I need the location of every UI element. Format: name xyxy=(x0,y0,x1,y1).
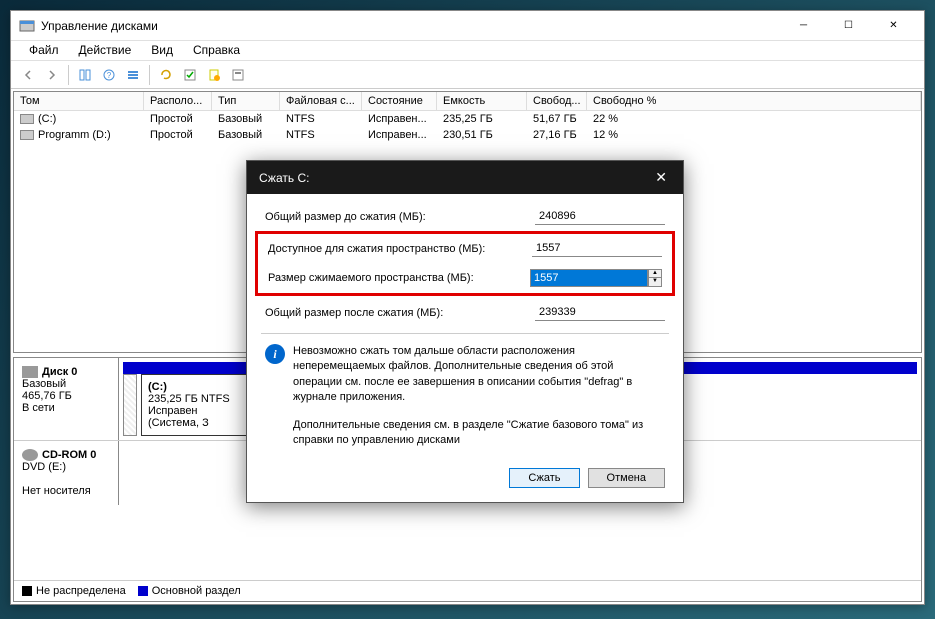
total-after-value: 239339 xyxy=(535,304,665,321)
col-layout[interactable]: Располо... xyxy=(144,92,212,110)
shrink-size-label: Размер сжимаемого пространства (МБ): xyxy=(268,272,530,284)
checkbox-icon[interactable] xyxy=(179,64,201,86)
help-icon[interactable]: ? xyxy=(98,64,120,86)
menubar: Файл Действие Вид Справка xyxy=(11,41,924,61)
menu-action[interactable]: Действие xyxy=(69,41,142,60)
available-value: 1557 xyxy=(532,240,662,257)
disk-label[interactable]: Диск 0 Базовый 465,76 ГБ В сети xyxy=(14,358,119,440)
menu-file[interactable]: Файл xyxy=(19,41,69,60)
table-row[interactable]: (C:) Простой Базовый NTFS Исправен... 23… xyxy=(14,111,921,127)
properties-icon[interactable] xyxy=(227,64,249,86)
menu-view[interactable]: Вид xyxy=(141,41,183,60)
disk-icon xyxy=(22,366,38,378)
partition-c[interactable]: (C:) 235,25 ГБ NTFS Исправен (Система, З xyxy=(141,374,256,436)
volume-icon xyxy=(20,130,34,140)
shrink-button[interactable]: Сжать xyxy=(509,468,579,488)
maximize-button[interactable]: ☐ xyxy=(826,11,871,41)
menu-help[interactable]: Справка xyxy=(183,41,250,60)
spinner-down[interactable]: ▼ xyxy=(649,278,661,286)
minimize-button[interactable]: ─ xyxy=(781,11,826,41)
legend-primary-icon xyxy=(138,586,148,596)
col-status[interactable]: Состояние xyxy=(362,92,437,110)
settings-list-icon[interactable] xyxy=(122,64,144,86)
dialog-title-text: Сжать C: xyxy=(259,171,309,185)
col-capacity[interactable]: Емкость xyxy=(437,92,527,110)
table-row[interactable]: Programm (D:) Простой Базовый NTFS Испра… xyxy=(14,127,921,143)
dialog-close-button[interactable]: ✕ xyxy=(651,169,671,186)
cdrom-label[interactable]: CD-ROM 0 DVD (E:) Нет носителя xyxy=(14,441,119,505)
shrink-size-input[interactable] xyxy=(530,269,648,287)
col-fs[interactable]: Файловая с... xyxy=(280,92,362,110)
spinner-up[interactable]: ▲ xyxy=(649,270,661,278)
window-title: Управление дисками xyxy=(41,19,781,33)
toolbar: ? xyxy=(11,61,924,89)
col-type[interactable]: Тип xyxy=(212,92,280,110)
titlebar[interactable]: Управление дисками ─ ☐ ✕ xyxy=(11,11,924,41)
back-button[interactable] xyxy=(17,64,39,86)
app-icon xyxy=(19,18,35,34)
shrink-dialog: Сжать C: ✕ Общий размер до сжатия (МБ): … xyxy=(246,160,684,503)
col-volume[interactable]: Том xyxy=(14,92,144,110)
info-text-2: Дополнительные сведения см. в разделе "С… xyxy=(293,418,665,449)
total-before-label: Общий размер до сжатия (МБ): xyxy=(265,211,535,223)
available-label: Доступное для сжатия пространство (МБ): xyxy=(268,243,532,255)
total-after-label: Общий размер после сжатия (МБ): xyxy=(265,307,535,319)
refresh-icon[interactable] xyxy=(155,64,177,86)
close-button[interactable]: ✕ xyxy=(871,11,916,41)
dialog-titlebar[interactable]: Сжать C: ✕ xyxy=(247,161,683,194)
partition-box[interactable] xyxy=(123,374,137,436)
new-icon[interactable] xyxy=(203,64,225,86)
col-freepct[interactable]: Свободно % xyxy=(587,92,921,110)
info-text-1: Невозможно сжать том дальше области расп… xyxy=(293,344,665,406)
legend: Не распределена Основной раздел xyxy=(14,580,921,601)
col-free[interactable]: Свобод... xyxy=(527,92,587,110)
view-layout-icon[interactable] xyxy=(74,64,96,86)
legend-unallocated-icon xyxy=(22,586,32,596)
info-icon: i xyxy=(265,344,285,364)
svg-text:?: ? xyxy=(107,71,112,80)
volume-icon xyxy=(20,114,34,124)
forward-button[interactable] xyxy=(41,64,63,86)
total-before-value: 240896 xyxy=(535,208,665,225)
cdrom-icon xyxy=(22,449,38,461)
highlighted-section: Доступное для сжатия пространство (МБ): … xyxy=(255,231,675,296)
cancel-button[interactable]: Отмена xyxy=(588,468,665,488)
